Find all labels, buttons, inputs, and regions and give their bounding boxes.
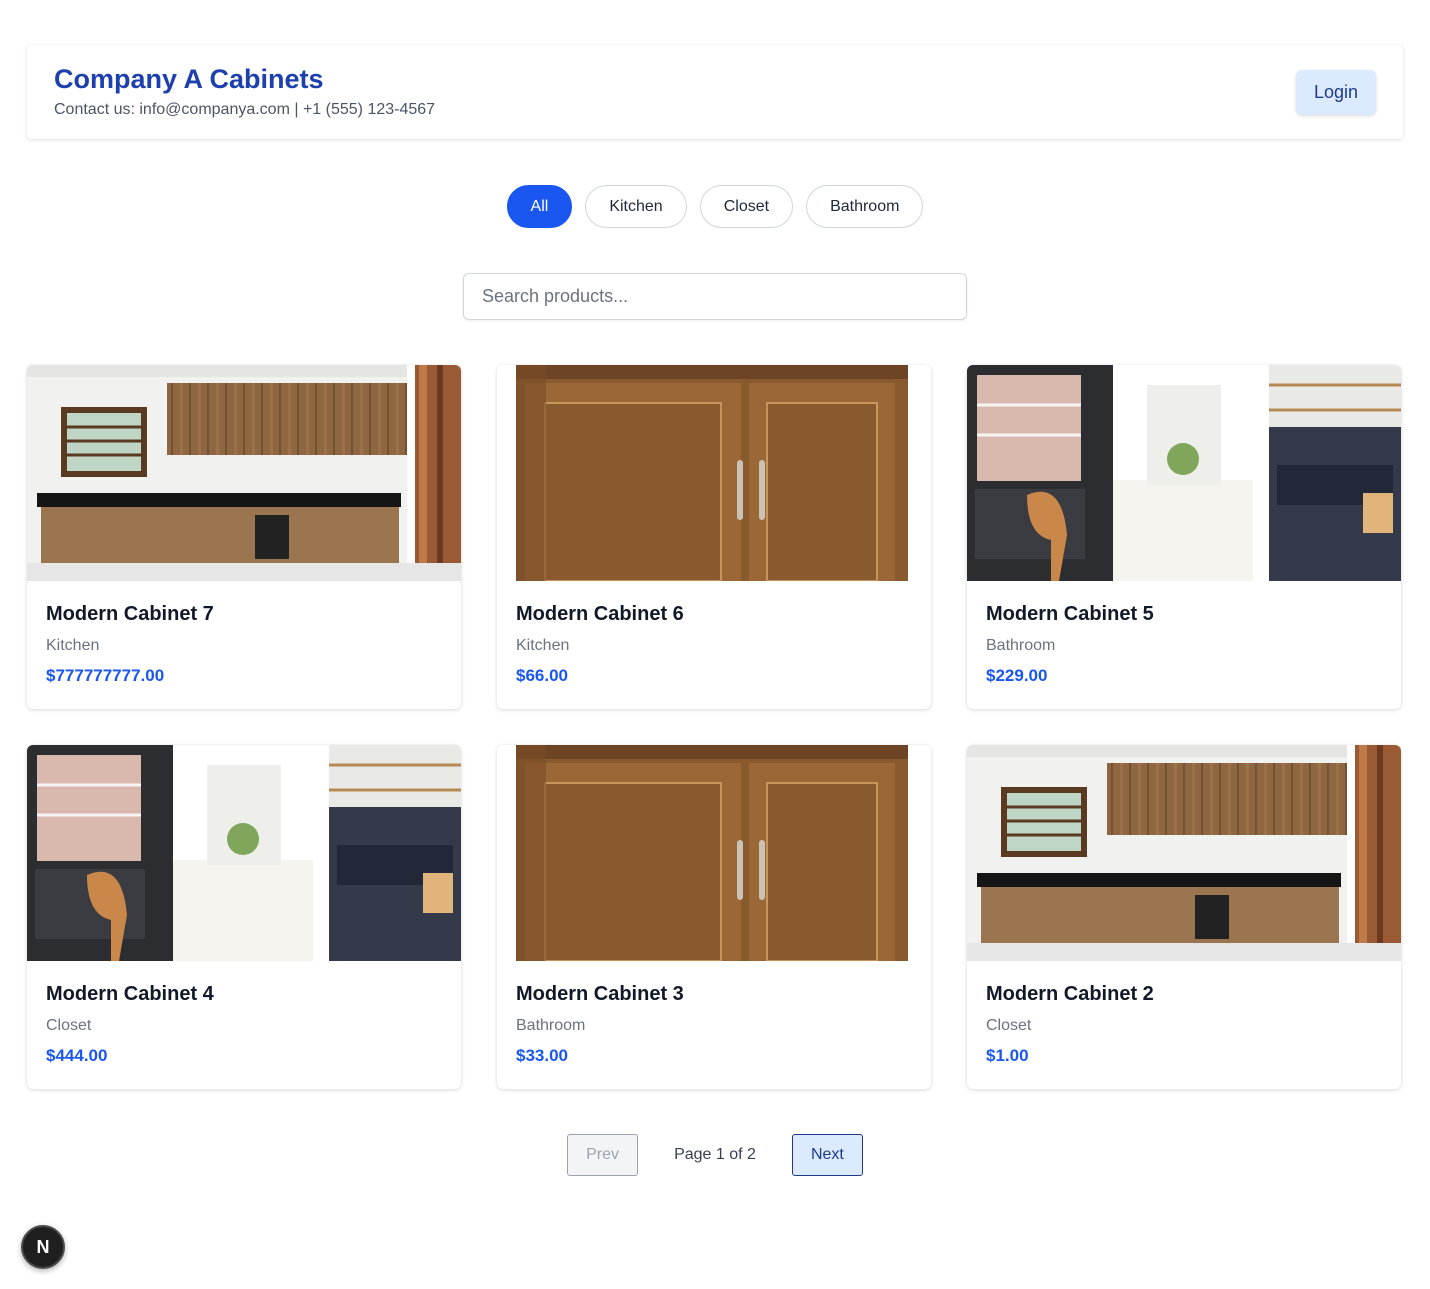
product-category: Closet [46, 1017, 92, 1034]
contact-info: Contact us: info@companya.com | +1 (555)… [54, 101, 436, 118]
product-price: $33.00 [516, 1046, 568, 1065]
filter-kitchen[interactable]: Kitchen [585, 185, 687, 228]
product-card[interactable]: Modern Cabinet 4 Closet $444.00 [27, 745, 461, 1089]
product-image[interactable] [967, 365, 1401, 581]
product-card[interactable]: Modern Cabinet 3 Bathroom $33.00 [497, 745, 931, 1089]
pagination: Prev Page 1 of 2 Next [0, 1134, 1430, 1176]
product-image[interactable] [497, 745, 931, 961]
product-card[interactable]: Modern Cabinet 6 Kitchen $66.00 [497, 365, 931, 709]
product-image[interactable] [27, 365, 461, 581]
product-name: Modern Cabinet 6 [516, 603, 684, 625]
site-title: Company A Cabinets [54, 64, 324, 94]
product-price: $777777777.00 [46, 666, 165, 685]
product-price: $229.00 [986, 666, 1048, 685]
product-price: $444.00 [46, 1046, 108, 1065]
product-name: Modern Cabinet 3 [516, 983, 684, 1005]
login-button[interactable]: Login [1296, 70, 1376, 115]
product-image[interactable] [967, 745, 1401, 961]
product-category: Kitchen [46, 637, 100, 654]
product-grid: Modern Cabinet 7 Kitchen $777777777.00 M… [27, 365, 1401, 1089]
product-category: Kitchen [516, 637, 570, 654]
product-price: $1.00 [986, 1046, 1029, 1065]
product-image[interactable] [497, 365, 931, 581]
nextjs-logo-icon: N [36, 1236, 50, 1257]
product-image[interactable] [27, 745, 461, 961]
product-category: Bathroom [516, 1017, 586, 1034]
product-category: Bathroom [986, 637, 1056, 654]
site-header: Company A Cabinets Contact us: info@comp… [27, 45, 1403, 139]
product-name: Modern Cabinet 5 [986, 603, 1154, 625]
filter-closet[interactable]: Closet [699, 185, 794, 228]
product-name: Modern Cabinet 4 [46, 983, 214, 1005]
product-name: Modern Cabinet 7 [46, 603, 214, 625]
filter-all[interactable]: All [506, 185, 573, 228]
search-input[interactable] [463, 273, 967, 320]
product-card[interactable]: Modern Cabinet 5 Bathroom $229.00 [967, 365, 1401, 709]
nextjs-dev-badge[interactable]: N [21, 1225, 65, 1269]
filter-bathroom[interactable]: Bathroom [806, 185, 924, 228]
next-page-button[interactable]: Next [791, 1134, 863, 1176]
page-indicator: Page 1 of 2 [674, 1146, 756, 1163]
product-category: Closet [986, 1017, 1032, 1034]
product-card[interactable]: Modern Cabinet 7 Kitchen $777777777.00 [27, 365, 461, 709]
category-filters: All Kitchen Closet Bathroom [0, 185, 1430, 228]
product-card[interactable]: Modern Cabinet 2 Closet $1.00 [967, 745, 1401, 1089]
prev-page-button[interactable]: Prev [567, 1134, 639, 1176]
product-name: Modern Cabinet 2 [986, 983, 1154, 1005]
product-price: $66.00 [516, 666, 568, 685]
